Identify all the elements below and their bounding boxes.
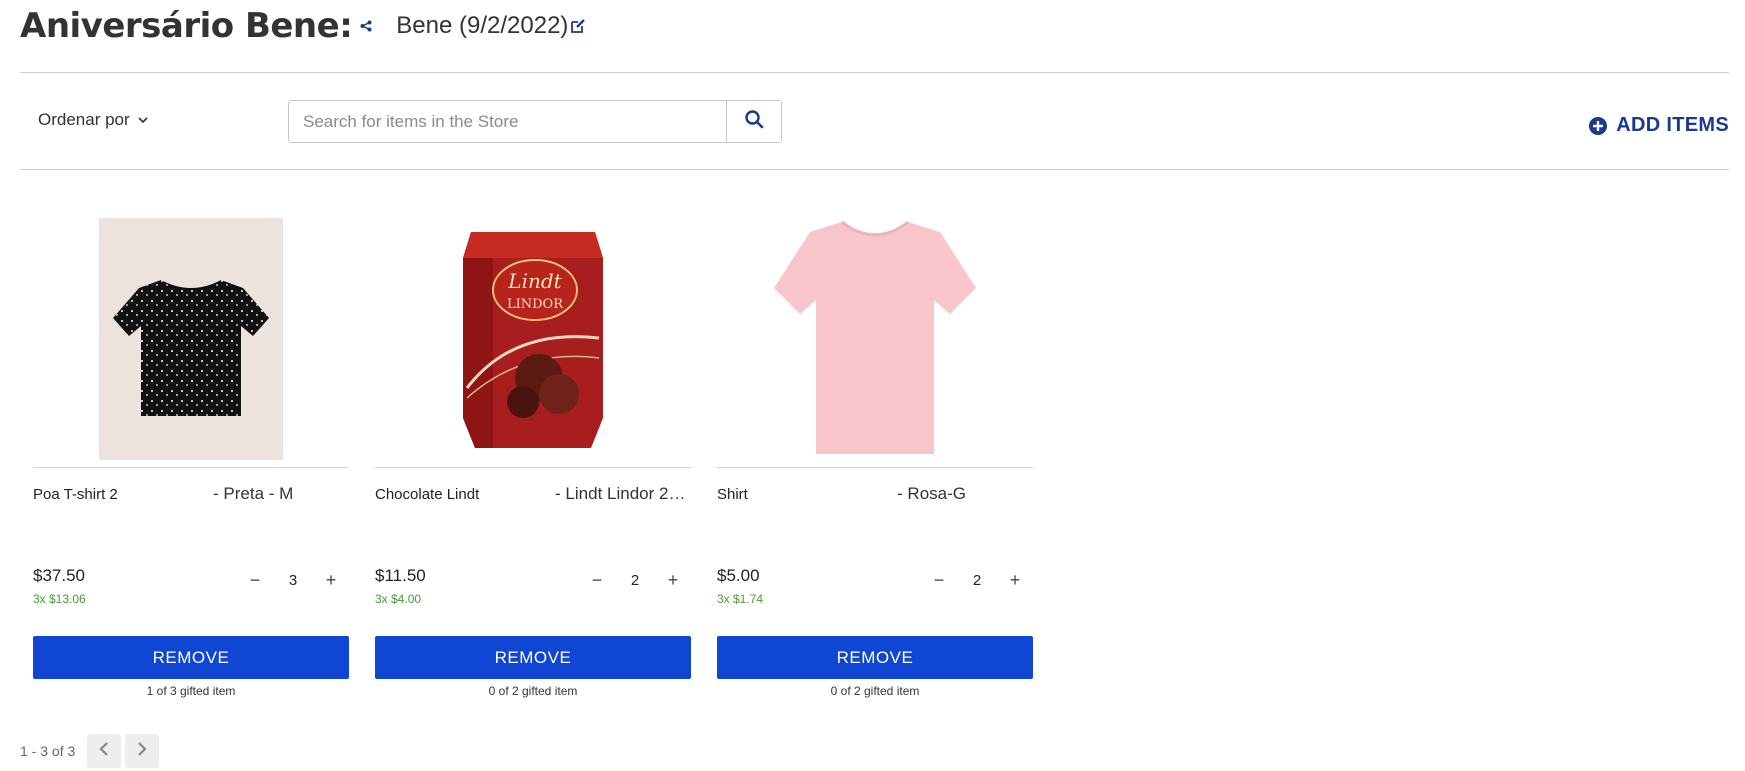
page-header: Aniversário Bene: Bene (9/2/2022)	[20, 6, 588, 46]
decrease-quantity-button[interactable]: −	[243, 570, 267, 590]
page-range: 1 - 3 of 3	[20, 743, 76, 759]
product-grid: Poa T-shirt 2 - Preta - M $37.50 3x $13.…	[33, 218, 1033, 702]
product-name[interactable]: Chocolate Lindt	[375, 486, 555, 503]
product-price: $37.50	[33, 566, 85, 585]
next-page-button[interactable]	[125, 734, 160, 768]
add-items-button[interactable]: ADD ITEMS	[1588, 114, 1729, 137]
product-variant: - Rosa-G	[897, 484, 967, 503]
add-items-label: ADD ITEMS	[1616, 114, 1729, 136]
list-subtitle: Bene (9/2/2022)	[396, 12, 569, 39]
gifted-count: 0 of 2 gifted item	[830, 684, 920, 698]
edit-icon[interactable]	[570, 17, 588, 35]
quantity-stepper: − 2 +	[585, 570, 685, 590]
product-name-row: Chocolate Lindt - Lindt Lindor 200g	[375, 484, 691, 504]
header-divider	[20, 72, 1729, 73]
decrease-quantity-button[interactable]: −	[585, 570, 609, 590]
product-installment: 3x $4.00	[375, 592, 422, 606]
lindor-line-text: LINDOR	[507, 297, 564, 312]
product-image[interactable]	[33, 218, 349, 468]
previous-page-button[interactable]	[87, 734, 122, 768]
remove-button[interactable]: REMOVE	[717, 636, 1033, 679]
product-variant: - Lindt Lindor 200g	[555, 484, 691, 503]
chevron-down-icon	[138, 115, 148, 125]
remove-button[interactable]: REMOVE	[375, 636, 691, 679]
search-input[interactable]	[289, 101, 726, 142]
chevron-left-icon	[99, 741, 109, 762]
product-card: Poa T-shirt 2 - Preta - M $37.50 3x $13.…	[33, 218, 349, 702]
quantity-value: 2	[972, 571, 982, 589]
quantity-stepper: − 3 +	[243, 570, 343, 590]
increase-quantity-button[interactable]: +	[1003, 570, 1027, 590]
decrease-quantity-button[interactable]: −	[927, 570, 951, 590]
search-box	[288, 100, 782, 143]
quantity-stepper: − 2 +	[927, 570, 1027, 590]
increase-quantity-button[interactable]: +	[319, 570, 343, 590]
product-installment: 3x $1.74	[717, 592, 764, 606]
product-name-row: Shirt - Rosa-G	[717, 484, 1033, 504]
pagination: 1 - 3 of 3	[20, 734, 163, 768]
search-button[interactable]	[726, 101, 781, 142]
sort-dropdown[interactable]: Ordenar por	[38, 110, 148, 130]
product-variant: - Preta - M	[213, 484, 294, 503]
product-image[interactable]	[717, 218, 1033, 468]
product-installment: 3x $13.06	[33, 592, 86, 606]
sort-label: Ordenar por	[38, 110, 130, 129]
black-polka-dot-tshirt-image	[99, 218, 283, 460]
product-card: Shirt - Rosa-G $5.00 3x $1.74 − 2 + REMO…	[717, 218, 1033, 702]
product-name-row: Poa T-shirt 2 - Preta - M	[33, 484, 349, 504]
gifted-count: 0 of 2 gifted item	[488, 684, 578, 698]
product-price: $5.00	[717, 566, 760, 585]
search-icon	[744, 109, 764, 134]
product-name[interactable]: Shirt	[717, 486, 897, 503]
quantity-value: 3	[288, 571, 298, 589]
chevron-right-icon	[137, 741, 147, 762]
lindt-lindor-box-image: Lindt LINDOR	[463, 232, 603, 448]
plus-circle-icon	[1588, 116, 1608, 136]
product-name[interactable]: Poa T-shirt 2	[33, 486, 213, 503]
pink-tshirt-image	[774, 220, 976, 454]
quantity-value: 2	[630, 571, 640, 589]
lindt-brand-text: Lindt	[507, 269, 562, 293]
remove-button[interactable]: REMOVE	[33, 636, 349, 679]
gifted-count: 1 of 3 gifted item	[146, 684, 236, 698]
product-image[interactable]: Lindt LINDOR	[375, 218, 691, 468]
toolbar-divider	[20, 169, 1729, 170]
product-card: Lindt LINDOR Chocolate Lindt - Lindt Lin…	[375, 218, 691, 702]
product-price: $11.50	[375, 566, 426, 585]
share-icon[interactable]	[360, 19, 374, 33]
page-title: Aniversário Bene:	[20, 6, 353, 46]
increase-quantity-button[interactable]: +	[661, 570, 685, 590]
